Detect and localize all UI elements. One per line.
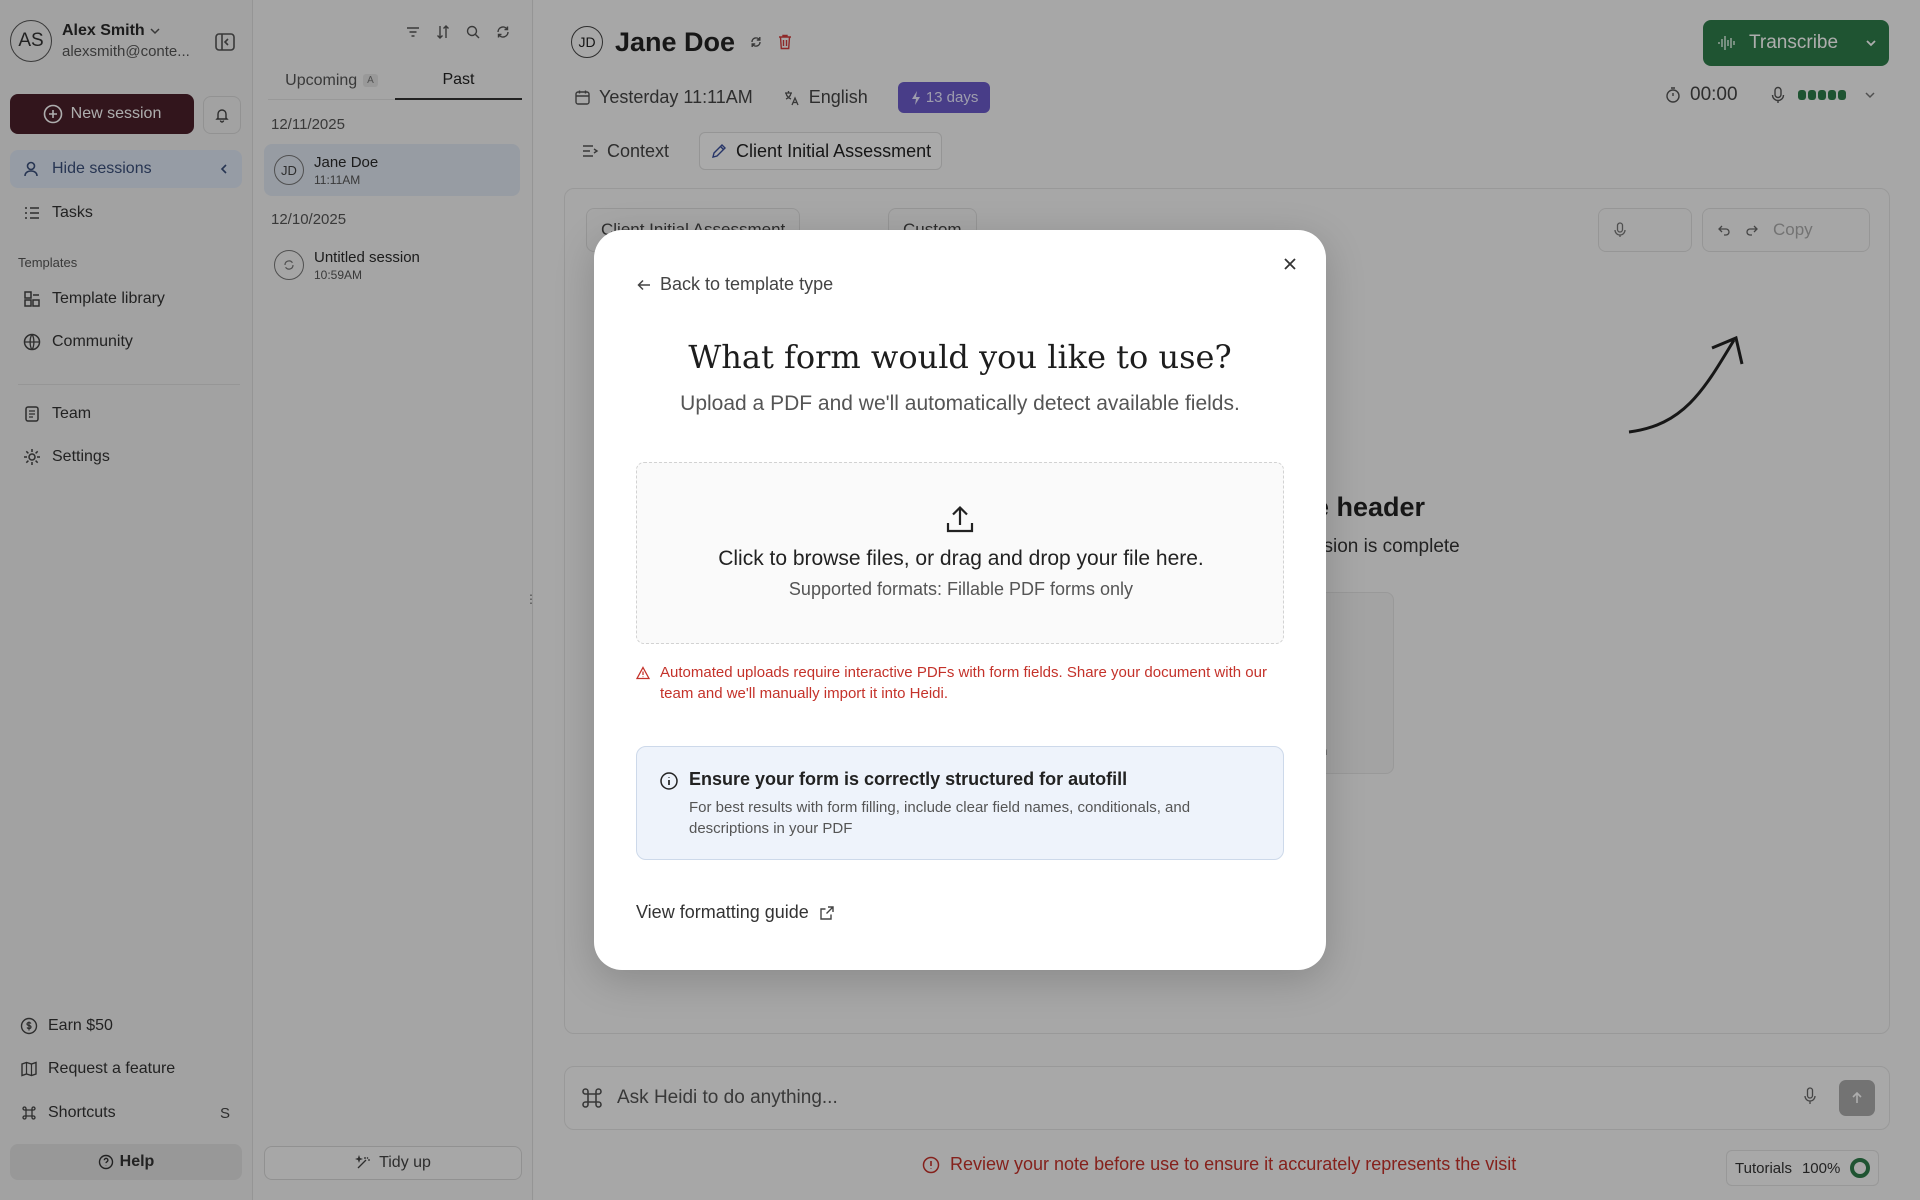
info-body: For best results with form filling, incl…	[689, 799, 1191, 837]
back-to-template-type-link[interactable]: Back to template type	[636, 274, 833, 295]
modal-subtitle: Upload a PDF and we'll automatically det…	[680, 392, 1240, 415]
file-dropzone[interactable]: Click to browse files, or drag and drop …	[636, 462, 1284, 644]
dropzone-hint: Supported formats: Fillable PDF forms on…	[788, 579, 1134, 599]
external-link-icon	[819, 905, 835, 921]
view-formatting-guide-link[interactable]: View formatting guide	[636, 902, 835, 923]
info-title: Ensure your form is correctly structured…	[689, 769, 1128, 789]
warning-triangle-icon	[636, 666, 650, 704]
upload-warning-text: Automated uploads require interactive PD…	[660, 664, 1267, 702]
arrow-left-icon	[636, 277, 652, 293]
back-label: Back to template type	[660, 274, 834, 294]
modal-title: What form would you like to use?	[688, 338, 1232, 376]
form-upload-modal: Back to template type What form would yo…	[594, 230, 1326, 970]
close-icon[interactable]	[1278, 252, 1302, 276]
autofill-info-box: Ensure your form is correctly structured…	[636, 746, 1284, 860]
dropzone-text: Click to browse files, or drag and drop …	[718, 547, 1204, 570]
upload-warning: Automated uploads require interactive PD…	[636, 662, 1284, 704]
info-icon	[659, 771, 679, 791]
guide-label: View formatting guide	[636, 902, 809, 922]
upload-icon	[943, 503, 977, 537]
